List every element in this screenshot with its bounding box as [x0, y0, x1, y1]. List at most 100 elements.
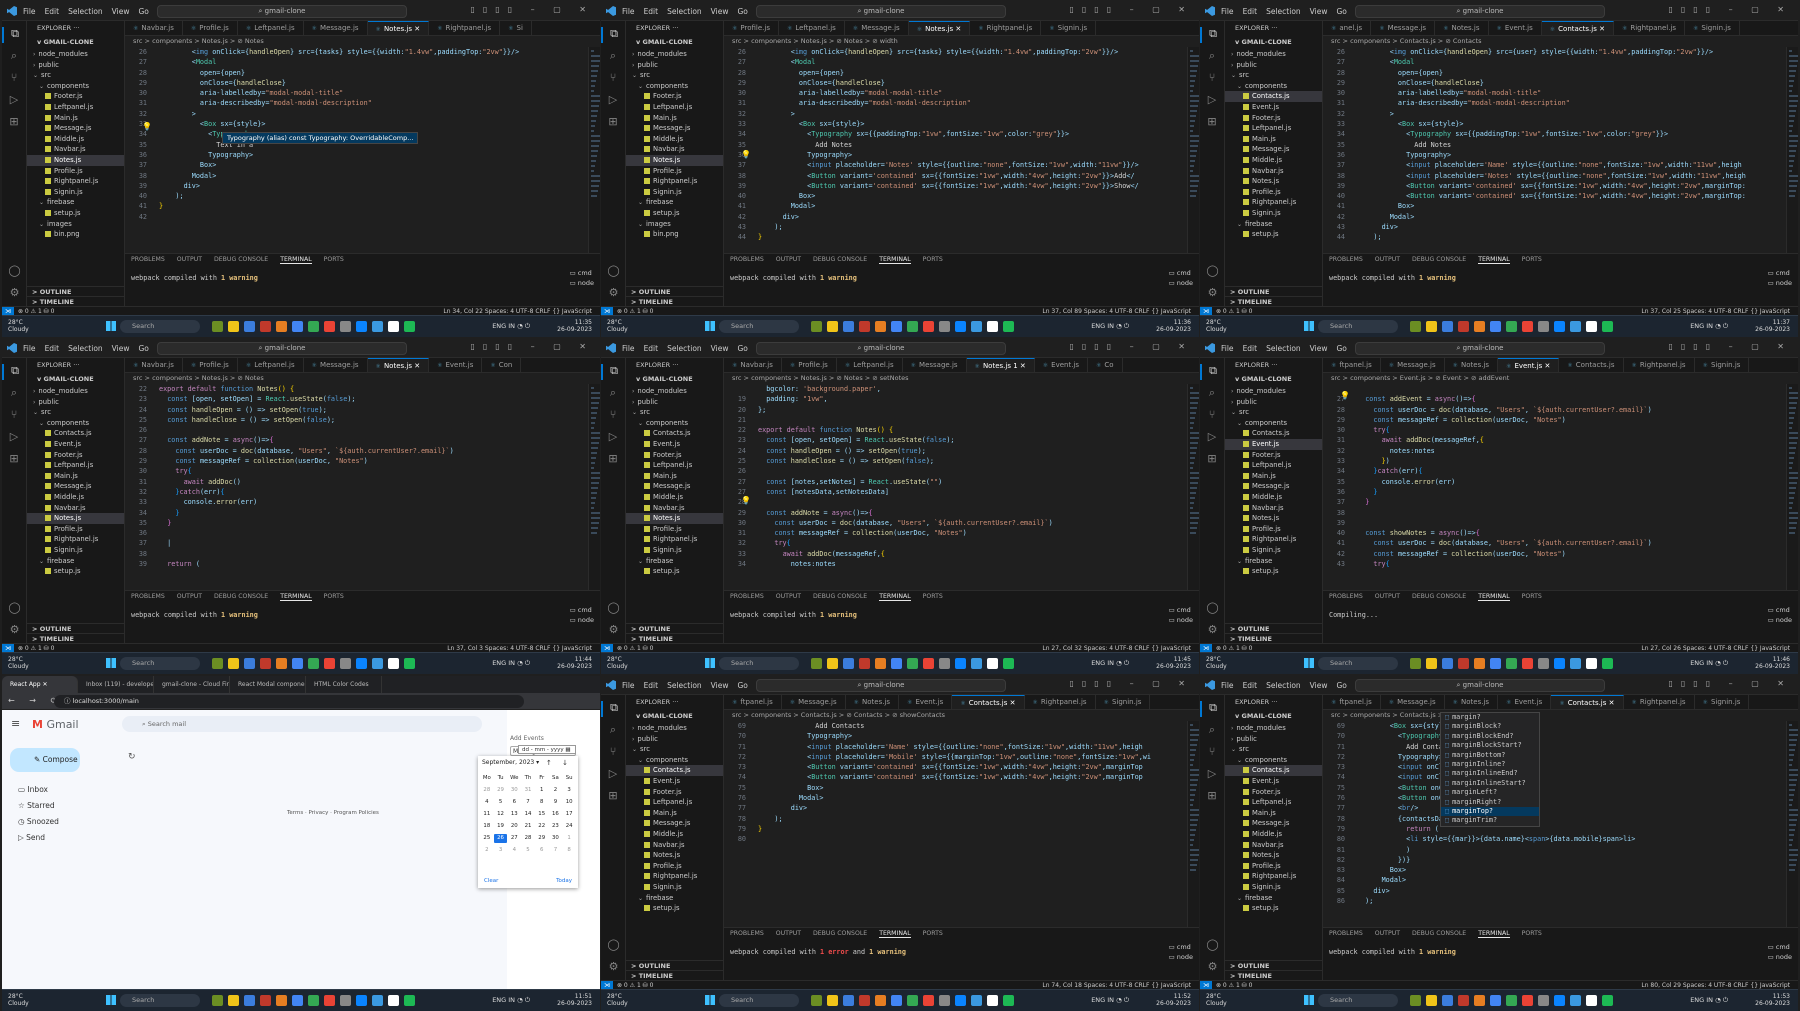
browser-tab[interactable]: HTML Color Codes — [306, 676, 382, 693]
search-icon[interactable]: ⌕ — [1200, 49, 1224, 65]
file-tree-item[interactable]: Leftpanel.js — [626, 460, 723, 471]
tab-close-icon[interactable]: ✕ — [1606, 699, 1615, 707]
file-tree-item[interactable]: Rightpanel.js — [1225, 534, 1322, 545]
menu-item[interactable]: Go — [737, 7, 747, 16]
extensions-icon[interactable]: ⊞ — [2, 452, 26, 468]
file-tree-item[interactable]: ⌄ firebase — [1225, 893, 1322, 904]
clock[interactable]: 11:36 26-09-2023 — [1156, 319, 1191, 333]
minimap[interactable] — [1786, 721, 1798, 927]
editor-tab[interactable]: ⚛ Rightpanel.js — [1025, 695, 1096, 709]
explorer-icon[interactable]: ⧉ — [1200, 27, 1224, 43]
editor-tab[interactable]: ⚛ Event.js — [1035, 358, 1089, 372]
menu-item[interactable]: Edit — [1243, 7, 1258, 16]
taskbar-app-icon[interactable] — [1426, 321, 1437, 332]
file-tree-item[interactable]: Profile.js — [626, 524, 723, 535]
file-tree-item[interactable]: Contacts.js — [626, 428, 723, 439]
file-tree-item[interactable]: ⌄ src — [626, 70, 723, 81]
terminal-output[interactable]: webpack compiled with 1 warning — [125, 603, 600, 627]
file-tree-item[interactable]: Main.js — [626, 471, 723, 482]
file-tree-item[interactable]: bin.png — [27, 229, 124, 240]
windows-start-icon[interactable] — [1304, 321, 1314, 331]
minimap[interactable] — [588, 47, 600, 253]
tray-icons[interactable]: ENG IN ◔ ⏻ — [492, 322, 530, 331]
taskbar-app-icon[interactable] — [1474, 321, 1485, 332]
file-tree-item[interactable]: Footer.js — [626, 450, 723, 461]
editor-tab[interactable]: ⚛ Event.js — [1489, 21, 1542, 35]
minimap[interactable] — [1187, 47, 1199, 253]
status-encoding[interactable]: Spaces: 4 UTF-8 CRLF {} JavaScript — [1084, 308, 1191, 315]
file-tree-item[interactable]: Middle.js — [626, 829, 723, 840]
taskbar-app-icon[interactable] — [1410, 995, 1421, 1006]
taskbar-app-icon[interactable] — [939, 658, 950, 669]
search-icon[interactable]: ⌕ — [1200, 723, 1224, 739]
calendar-day[interactable]: 25 — [480, 834, 494, 843]
taskbar-app-icon[interactable] — [1522, 321, 1533, 332]
tab-close-icon[interactable]: ✕ — [412, 25, 420, 33]
taskbar-app-icon[interactable] — [1458, 995, 1469, 1006]
file-tree-item[interactable]: Leftpanel.js — [626, 797, 723, 808]
file-tree-item[interactable]: Main.js — [626, 808, 723, 819]
taskbar-app-icon[interactable] — [1003, 658, 1014, 669]
file-tree-item[interactable]: Main.js — [27, 113, 124, 124]
taskbar-app-icon[interactable] — [1538, 658, 1549, 669]
taskbar-app-icon[interactable] — [228, 658, 239, 669]
explorer-icon[interactable]: ⧉ — [1200, 701, 1224, 717]
taskbar-app-icon[interactable] — [955, 321, 966, 332]
status-encoding[interactable]: Spaces: 4 UTF-8 CRLF {} JavaScript — [1084, 982, 1191, 989]
panel-tab[interactable]: PORTS — [324, 593, 344, 600]
calendar-month[interactable]: September, 2023 ▾ ↑ ↓ — [478, 756, 578, 770]
weather-widget[interactable]: 28°C Cloudy — [607, 319, 628, 333]
source-control-icon[interactable]: ⑂ — [2, 71, 26, 87]
taskbar-app-icon[interactable] — [260, 995, 271, 1006]
file-tree-item[interactable]: ⌄ firebase — [626, 556, 723, 567]
terminal-output[interactable]: Compiling... — [1323, 603, 1798, 627]
run-debug-icon[interactable]: ▷ — [601, 93, 625, 109]
windows-start-icon[interactable] — [106, 995, 116, 1005]
taskbar-app-icon[interactable] — [340, 321, 351, 332]
taskbar-search[interactable]: Search — [1318, 657, 1398, 670]
menu-item[interactable]: File — [23, 7, 36, 16]
menu-item[interactable]: Selection — [1266, 344, 1301, 353]
minimap[interactable] — [1187, 384, 1199, 590]
file-tree-item[interactable]: Contacts.js — [1225, 428, 1322, 439]
outline-section[interactable]: > OUTLINE — [626, 623, 723, 633]
search-icon[interactable]: ⌕ — [601, 723, 625, 739]
status-encoding[interactable]: Spaces: 4 UTF-8 CRLF {} JavaScript — [1683, 982, 1790, 989]
calendar-day[interactable]: 16 — [549, 810, 563, 819]
file-tree-item[interactable]: Signin.js — [1225, 882, 1322, 893]
taskbar-app-icon[interactable] — [955, 658, 966, 669]
panel-tab[interactable]: PORTS — [923, 593, 943, 600]
taskbar-app-icon[interactable] — [260, 658, 271, 669]
suggestion-item[interactable]: ⬚ marginBlock? — [1441, 722, 1539, 731]
file-tree-item[interactable]: ⌄ components — [626, 81, 723, 92]
file-tree-item[interactable]: Signin.js — [1225, 545, 1322, 556]
menu-item[interactable]: Edit — [45, 344, 60, 353]
clock[interactable]: 11:52 26-09-2023 — [1156, 993, 1191, 1007]
taskbar-app-icon[interactable] — [388, 995, 399, 1006]
file-tree-item[interactable]: Event.js — [626, 439, 723, 450]
terminal-instance[interactable]: ▭ cmd — [570, 605, 594, 615]
menu-item[interactable]: Edit — [1243, 344, 1258, 353]
calendar-day[interactable]: 31 — [521, 786, 535, 795]
timeline-section[interactable]: > TIMELINE — [626, 970, 723, 980]
source-control-icon[interactable]: ⑂ — [1200, 408, 1224, 424]
panel-tab[interactable]: OUTPUT — [776, 930, 801, 937]
cursor-position[interactable]: Ln 74, Col 18 — [1042, 982, 1083, 989]
timeline-section[interactable]: > TIMELINE — [27, 296, 124, 306]
editor-tab[interactable]: ⚛ Rightpanel.js — [1624, 358, 1695, 372]
terminal-instance[interactable]: ▭ node — [1169, 615, 1193, 625]
calendar-day[interactable]: 7 — [521, 798, 535, 807]
terminal-instance[interactable]: ▭ node — [1768, 278, 1792, 288]
tray-icons[interactable]: ENG IN ◔ ⏻ — [1690, 996, 1728, 1005]
panel-tab[interactable]: PORTS — [1522, 256, 1542, 263]
calendar-day[interactable]: 28 — [480, 786, 494, 795]
file-tree-item[interactable]: Profile.js — [626, 166, 723, 177]
file-tree-item[interactable]: ⌄ components — [626, 418, 723, 429]
panel-tab[interactable]: OUTPUT — [776, 593, 801, 600]
editor-tab[interactable]: ⚛ Message.js — [782, 695, 846, 709]
calendar-day[interactable]: 21 — [521, 822, 535, 831]
taskbar-app-icon[interactable] — [276, 658, 287, 669]
tab-close-icon[interactable]: ✕ — [1007, 699, 1016, 707]
taskbar-app-icon[interactable] — [843, 658, 854, 669]
file-tree-item[interactable]: › node_modules — [1225, 723, 1322, 734]
